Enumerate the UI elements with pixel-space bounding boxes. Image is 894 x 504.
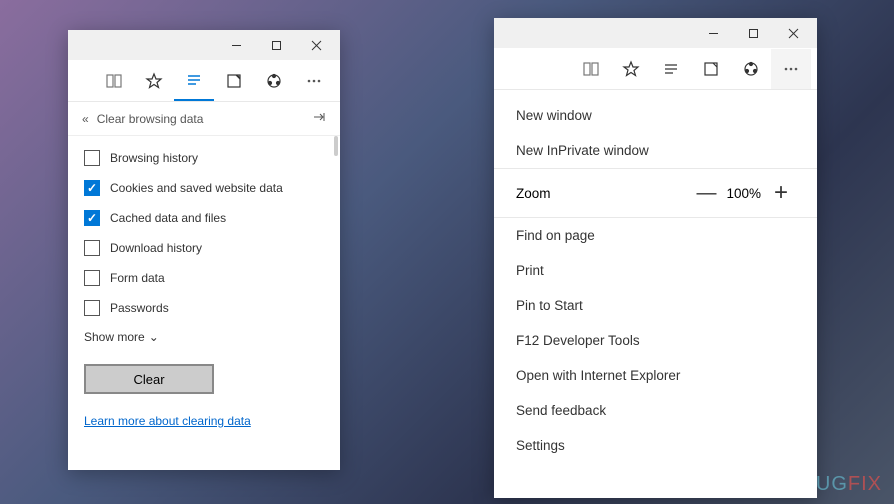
back-icon[interactable]: « <box>82 112 89 126</box>
learn-more-link[interactable]: Learn more about clearing data <box>84 414 251 428</box>
checkbox-label: Browsing history <box>110 151 198 165</box>
checkbox-label: Cached data and files <box>110 211 226 225</box>
chevron-down-icon: ⌄ <box>149 330 159 344</box>
share-icon[interactable] <box>731 49 771 89</box>
edge-menu-window: New window New InPrivate window Zoom — 1… <box>494 18 817 498</box>
maximize-button[interactable] <box>733 19 773 47</box>
checkbox-cached[interactable]: Cached data and files <box>84 210 324 226</box>
show-more-toggle[interactable]: Show more ⌄ <box>84 330 324 344</box>
scrollbar[interactable] <box>334 136 338 156</box>
menu-new-window[interactable]: New window <box>494 98 817 133</box>
panel-body: Browsing history Cookies and saved websi… <box>68 136 340 444</box>
window-titlebar <box>68 30 340 60</box>
favorites-star-icon[interactable] <box>611 49 651 89</box>
watermark-part1: UG <box>816 473 848 495</box>
more-icon[interactable] <box>294 61 334 101</box>
checkbox-browsing-history[interactable]: Browsing history <box>84 150 324 166</box>
reading-list-icon[interactable] <box>571 49 611 89</box>
menu-zoom: Zoom — 100% + <box>494 168 817 218</box>
checkbox-passwords[interactable]: Passwords <box>84 300 324 316</box>
hub-icon[interactable] <box>174 61 214 101</box>
panel-title: Clear browsing data <box>97 112 204 126</box>
close-button[interactable] <box>773 19 813 47</box>
checkbox-icon[interactable] <box>84 150 100 166</box>
checkbox-icon[interactable] <box>84 180 100 196</box>
show-more-label: Show more <box>84 330 145 344</box>
webnote-icon[interactable] <box>691 49 731 89</box>
panel-header: « Clear browsing data <box>68 102 340 136</box>
menu-settings[interactable]: Settings <box>494 428 817 463</box>
checkbox-label: Download history <box>110 241 202 255</box>
reading-list-icon[interactable] <box>94 61 134 101</box>
edge-toolbar <box>494 48 817 90</box>
close-button[interactable] <box>296 31 336 59</box>
more-icon[interactable] <box>771 49 811 89</box>
minimize-button[interactable] <box>693 19 733 47</box>
menu-find[interactable]: Find on page <box>494 218 817 253</box>
watermark: UGFIX <box>816 473 882 496</box>
maximize-button[interactable] <box>256 31 296 59</box>
clear-browsing-data-window: « Clear browsing data Browsing history C… <box>68 30 340 470</box>
zoom-in-button[interactable]: + <box>767 179 795 207</box>
checkbox-icon[interactable] <box>84 210 100 226</box>
checkbox-icon[interactable] <box>84 270 100 286</box>
menu-pin-start[interactable]: Pin to Start <box>494 288 817 323</box>
pin-icon[interactable] <box>312 110 326 127</box>
share-icon[interactable] <box>254 61 294 101</box>
checkbox-cookies[interactable]: Cookies and saved website data <box>84 180 324 196</box>
zoom-label: Zoom <box>516 186 692 201</box>
window-titlebar <box>494 18 817 48</box>
menu-open-ie[interactable]: Open with Internet Explorer <box>494 358 817 393</box>
zoom-out-button[interactable]: — <box>692 182 720 205</box>
more-menu: New window New InPrivate window Zoom — 1… <box>494 90 817 471</box>
checkbox-download-history[interactable]: Download history <box>84 240 324 256</box>
checkbox-label: Passwords <box>110 301 169 315</box>
watermark-part2: FIX <box>848 473 882 495</box>
webnote-icon[interactable] <box>214 61 254 101</box>
menu-print[interactable]: Print <box>494 253 817 288</box>
hub-icon[interactable] <box>651 49 691 89</box>
edge-toolbar <box>68 60 340 102</box>
checkbox-label: Cookies and saved website data <box>110 181 283 195</box>
menu-new-inprivate[interactable]: New InPrivate window <box>494 133 817 168</box>
favorites-star-icon[interactable] <box>134 61 174 101</box>
checkbox-label: Form data <box>110 271 165 285</box>
menu-devtools[interactable]: F12 Developer Tools <box>494 323 817 358</box>
clear-button-label: Clear <box>133 372 164 387</box>
minimize-button[interactable] <box>216 31 256 59</box>
zoom-value: 100% <box>726 186 761 201</box>
checkbox-form-data[interactable]: Form data <box>84 270 324 286</box>
menu-feedback[interactable]: Send feedback <box>494 393 817 428</box>
clear-button[interactable]: Clear <box>84 364 214 394</box>
checkbox-icon[interactable] <box>84 240 100 256</box>
checkbox-icon[interactable] <box>84 300 100 316</box>
